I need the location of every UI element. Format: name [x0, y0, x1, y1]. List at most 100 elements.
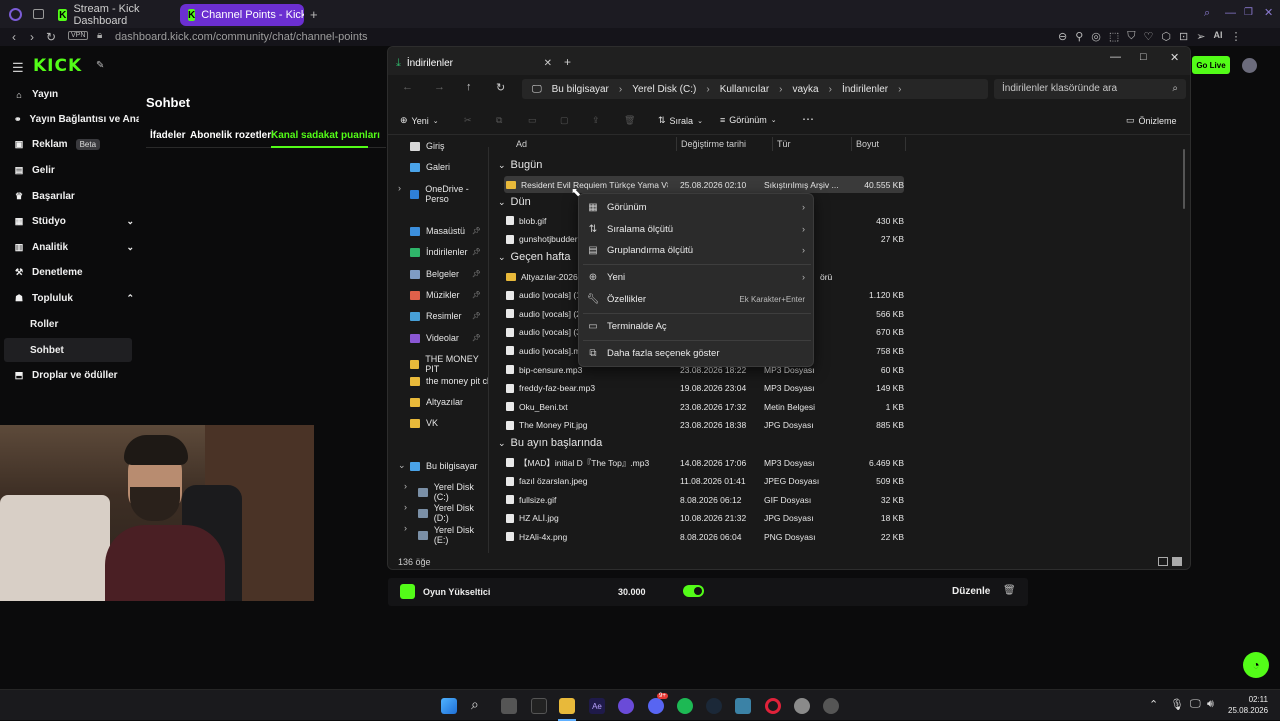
chevron-up-icon[interactable]: ⌃ [1149, 698, 1158, 711]
sidebar-item-analitik[interactable]: ▥ Analitik ⌄ [14, 242, 134, 253]
scrollbar-thumb[interactable] [1183, 149, 1185, 209]
browser-tab-channel-points[interactable]: K Channel Points - Kick Dash [180, 4, 304, 26]
file-type: Sıkıştırılmış Arşiv ... [764, 179, 839, 190]
file-explorer-icon[interactable] [559, 698, 575, 714]
vpn-badge[interactable]: VPN [68, 31, 89, 40]
file-row[interactable]: HzAli-4x.png 8.08.2026 06:04 PNG Dosyası 22… [506, 528, 904, 545]
reload-icon[interactable]: ↻ [46, 30, 56, 44]
avatar[interactable] [1242, 58, 1257, 73]
settings-icon[interactable] [794, 698, 810, 714]
trash-icon[interactable]: 🗑︎ [1003, 585, 1016, 596]
file-row[interactable]: freddy-faz-bear.mp3 19.08.2026 23:04 MP3 D… [506, 380, 904, 397]
tiles-view-icon[interactable] [1172, 557, 1182, 566]
menu-item-gorunum[interactable]: ▦ Görünüm › [579, 197, 815, 217]
chevron-down-icon: ⌄ [498, 437, 506, 448]
sidebar-item-denetleme[interactable]: ⚒ Denetleme [14, 267, 134, 278]
edit-button[interactable]: Düzenle [952, 586, 990, 597]
ai-label[interactable]: AI [1213, 30, 1222, 43]
clock-date[interactable]: 25.08.2026 [1228, 706, 1268, 715]
details-view-icon[interactable] [1158, 557, 1168, 566]
new-tab-icon[interactable]: + [310, 7, 318, 22]
menu-item-daha-fazla[interactable]: ⧉ Daha fazla seçenek göster [579, 343, 815, 363]
hamburger-menu-icon[interactable]: ☰ [12, 60, 24, 76]
context-menu: ▦ Görünüm › ⇅ Sıralama ölçütü › ▤ Gruplandırm… [578, 193, 814, 367]
close-window-icon[interactable]: ✕ [1264, 6, 1273, 19]
opera-gx-icon[interactable] [765, 698, 781, 714]
windows-start-icon[interactable] [441, 698, 457, 714]
maximize-window-icon[interactable]: ❐ [1244, 7, 1253, 18]
file-row[interactable]: fullsize.gif 8.08.2026 06:12 GIF Dosyası 32… [506, 491, 904, 508]
menu-icon[interactable]: ⋮ [1230, 30, 1241, 43]
menu-item-ozellikler[interactable]: 🔧︎ Özellikler Ek Karakter+Enter [579, 289, 815, 309]
sidebar-item-basarilar[interactable]: ♛ Başarılar [14, 191, 134, 202]
tab-ifadeler[interactable]: İfadeler [150, 130, 186, 141]
webcam-overlay [0, 425, 314, 601]
bookmark-icon[interactable]: ⊡ [1179, 30, 1188, 43]
file-row[interactable]: HZ ALİ.jpg 10.08.2026 21:32 JPG Dosyası 18 … [506, 510, 904, 527]
group-header[interactable]: ⌄ Bu ayın başlarında [498, 437, 602, 449]
sidebar-item-baglanti[interactable]: ⚭ Yayın Bağlantısı ve Anahtarı [14, 114, 139, 125]
url-bar[interactable]: dashboard.kick.com/community/chat/channe… [115, 31, 368, 43]
go-live-button[interactable]: Go Live [1192, 56, 1230, 74]
camera-icon[interactable]: ◎ [1091, 30, 1101, 43]
sidebar-item-sohbet[interactable]: Sohbet [30, 345, 64, 356]
app-icon[interactable] [735, 698, 751, 714]
zoom-icon[interactable]: ⊖ [1058, 30, 1067, 43]
kick-logo[interactable]: KICK [33, 56, 82, 76]
sidebar-item-droplar[interactable]: ⬒ Droplar ve ödüller [14, 370, 134, 381]
tab-kanal-sadakat-puanlari[interactable]: Kanal sadakat puanları [271, 130, 380, 141]
sidebar-item-studyo[interactable]: ▦ Stüdyo ⌄ [14, 216, 134, 227]
file-row[interactable]: 【MAD】initial D『The Top』.mp3 14.08.2026 17… [506, 454, 904, 471]
menu-item-siralama[interactable]: ⇅ Sıralama ölçütü › [579, 219, 815, 239]
steam-icon[interactable] [706, 698, 722, 714]
file-size: 27 KB [880, 234, 904, 245]
clock-time[interactable]: 02:11 [1228, 695, 1268, 704]
sidebar-item-roller[interactable]: Roller [30, 319, 58, 330]
microphone-icon[interactable]: 🎙︎ [1170, 698, 1184, 711]
tab-abonelik-rozetleri[interactable]: Abonelik rozetleri [190, 130, 274, 141]
group-header[interactable]: ⌄ Geçen hafta [498, 251, 570, 263]
file-name: audio [vocals] (1 [519, 290, 581, 301]
discord-icon[interactable] [648, 698, 664, 714]
search-icon[interactable]: ⌕ [471, 696, 479, 713]
search-icon[interactable]: ⌕ [1204, 7, 1210, 20]
forward-icon[interactable]: › [30, 30, 34, 44]
spotify-icon[interactable] [677, 698, 693, 714]
shield-icon[interactable]: ⛉ [1127, 30, 1135, 43]
pin-icon[interactable]: ⚲ [1075, 30, 1083, 43]
volume-icon[interactable]: 🔊︎ [1207, 698, 1214, 711]
file-row[interactable]: The Money Pit.jpg 23.08.2026 18:38 JPG Dos… [506, 417, 904, 434]
app-icon[interactable] [823, 698, 839, 714]
app-icon[interactable] [531, 698, 547, 714]
after-effects-icon[interactable]: Ae [589, 698, 605, 714]
group-header[interactable]: ⌄ Bugün [498, 159, 542, 171]
heart-icon[interactable]: ♡ [1144, 30, 1154, 43]
workspaces-icon[interactable] [33, 9, 44, 19]
back-icon[interactable]: ‹ [12, 30, 16, 44]
browser-tab-label: Channel Points - Kick Dash [201, 9, 304, 21]
menu-item-terminal[interactable]: ▭ Terminalde Aç [579, 316, 815, 336]
extensions-icon[interactable]: ⬡ [1161, 30, 1171, 43]
send-icon[interactable]: ➢ [1196, 30, 1205, 43]
sidebar-item-reklam[interactable]: ▣ Reklam Beta [14, 139, 134, 150]
sidebar-item-topluluk[interactable]: ☗ Topluluk ⌃ [14, 293, 134, 304]
browser-tab-stream[interactable]: K Stream - Kick Dashboard [50, 3, 178, 27]
file-row[interactable]: Oku_Beni.txt 23.08.2026 17:32 Metin Belges… [506, 398, 904, 415]
file-row[interactable]: fazıl özarslan.jpeg 11.08.2026 01:41 JPEG … [506, 473, 904, 490]
reward-toggle[interactable] [683, 585, 704, 597]
task-view-icon[interactable] [501, 698, 517, 714]
screenshot-icon[interactable]: ⬚ [1109, 30, 1119, 43]
network-icon[interactable]: 🖵︎ [1190, 698, 1201, 711]
chat-bubble-icon[interactable]: ◔ [1243, 652, 1269, 678]
browser-tabbar: K Stream - Kick Dashboard K Channel Poin… [0, 0, 1280, 30]
browser-logo-icon[interactable] [9, 8, 22, 21]
sidebar-item-yayin[interactable]: ⌂ Yayın [14, 89, 134, 100]
proton-vpn-icon[interactable] [618, 698, 634, 714]
group-header[interactable]: ⌄ Dün [498, 196, 531, 208]
menu-item-gruplandirma[interactable]: ▤ Gruplandırma ölçütü › [579, 240, 815, 260]
file-row[interactable]: Resident Evil Requiem Türkçe Yama V8.rar… [506, 176, 904, 193]
minimize-window-icon[interactable]: — [1225, 7, 1236, 19]
menu-item-yeni[interactable]: ⊕ Yeni › [579, 267, 815, 287]
tools-icon[interactable]: ✎ [96, 60, 104, 71]
sidebar-item-gelir[interactable]: ▤ Gelir [14, 165, 134, 176]
